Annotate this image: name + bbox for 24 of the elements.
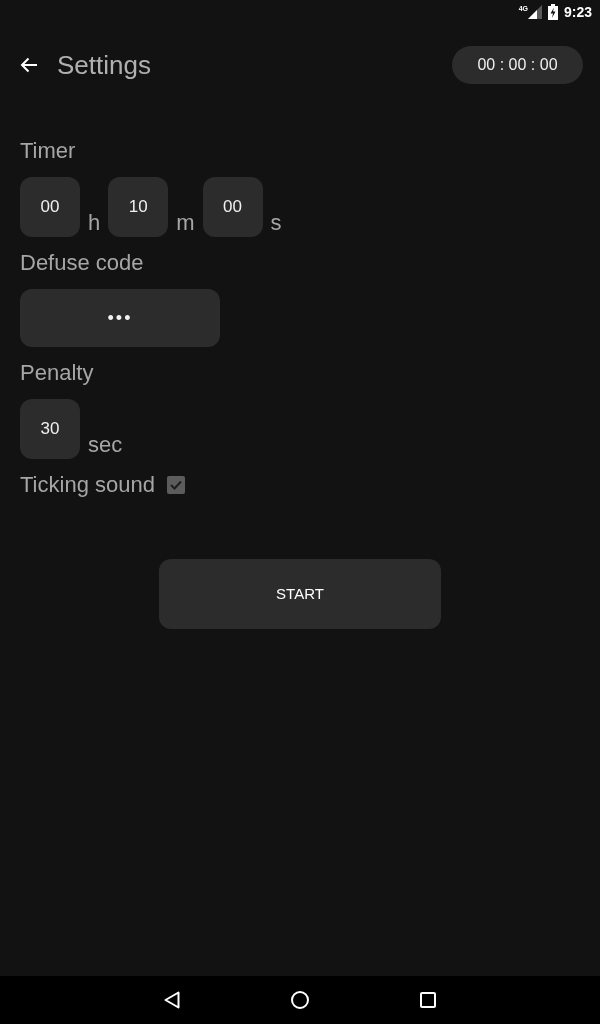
- number-field[interactable]: 30: [20, 399, 80, 459]
- start-button[interactable]: START: [159, 559, 441, 629]
- field-label: Defuse code: [20, 251, 144, 275]
- checkbox[interactable]: [166, 476, 185, 494]
- home-icon[interactable]: [291, 991, 309, 1009]
- countdown-display: 00 : 00 : 00: [452, 46, 583, 84]
- battery-charging-icon: [547, 4, 558, 20]
- field-label: Timer: [20, 139, 76, 163]
- number-field[interactable]: 00: [202, 177, 263, 237]
- number-field[interactable]: 00: [20, 177, 80, 237]
- signal-icon: [527, 5, 542, 19]
- password-field[interactable]: •••: [20, 289, 220, 347]
- back-arrow-icon: [20, 57, 38, 73]
- unit-label: sec: [88, 433, 123, 457]
- unit-label: m: [176, 211, 195, 235]
- checkbox-label: Ticking sound: [20, 473, 155, 497]
- page-title: Settings: [57, 48, 151, 82]
- unit-label: h: [88, 211, 101, 235]
- recents-icon[interactable]: [420, 992, 436, 1008]
- unit-label: s: [270, 211, 282, 235]
- number-field[interactable]: 10: [108, 177, 169, 237]
- clock-time: 9:23: [563, 2, 592, 22]
- field-label: Penalty: [20, 361, 94, 385]
- back-icon[interactable]: [164, 991, 180, 1009]
